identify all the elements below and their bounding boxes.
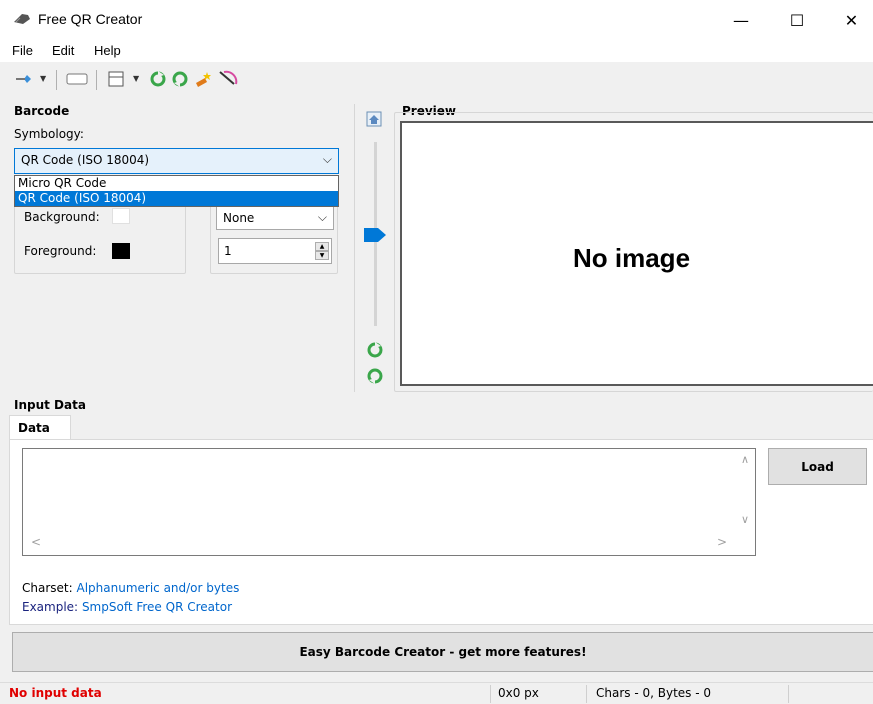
- title-bar: Free QR Creator — ☐ ✕: [0, 0, 873, 40]
- zoom-slider-handle[interactable]: [364, 228, 386, 242]
- example-label: Example:: [22, 600, 79, 614]
- toolbar-separator: [56, 70, 57, 90]
- scroll-left-icon[interactable]: <: [31, 535, 41, 549]
- barcode-group-title: Barcode: [14, 104, 70, 118]
- scroll-right-icon[interactable]: >: [717, 535, 727, 549]
- promo-button[interactable]: Easy Barcode Creator - get more features…: [12, 632, 873, 672]
- foreground-color-swatch[interactable]: [112, 243, 130, 259]
- charset-value: Alphanumeric and/or bytes: [76, 581, 240, 595]
- app-icon: [14, 14, 30, 24]
- chevron-down-icon: ⌵: [322, 152, 332, 166]
- toolbar: ▼ ▼: [0, 62, 873, 96]
- clear-icon[interactable]: [218, 70, 238, 88]
- menu-file[interactable]: File: [12, 43, 33, 58]
- maximize-icon: ☐: [789, 10, 805, 30]
- symbology-label: Symbology:: [14, 127, 84, 141]
- magic-wand-icon[interactable]: [193, 69, 215, 89]
- example-value: SmpSoft Free QR Creator: [81, 600, 232, 614]
- menu-edit[interactable]: Edit: [52, 43, 74, 58]
- home-icon[interactable]: [366, 111, 382, 127]
- background-color-swatch[interactable]: [112, 208, 130, 224]
- charset-line: Charset: Alphanumeric and/or bytes: [22, 581, 239, 595]
- tab-data-label: Data: [18, 421, 50, 435]
- label-icon[interactable]: [66, 73, 88, 85]
- status-size: 0x0 px: [498, 686, 539, 700]
- dropdown-caret-icon[interactable]: ▼: [133, 74, 139, 83]
- symbology-option-micro-qr[interactable]: Micro QR Code: [15, 176, 338, 191]
- minimize-button[interactable]: —: [718, 0, 764, 40]
- status-message: No input data: [9, 686, 102, 700]
- symbology-dropdown: Micro QR Code QR Code (ISO 18004): [14, 175, 339, 207]
- load-button-label: Load: [801, 459, 834, 474]
- status-separator: [788, 685, 789, 703]
- stepper-down-icon[interactable]: ▼: [315, 251, 329, 260]
- dropdown-caret-icon[interactable]: ▼: [40, 74, 46, 83]
- grid-icon[interactable]: [108, 71, 124, 87]
- status-separator: [490, 685, 491, 703]
- background-label: Background:: [24, 210, 100, 224]
- rotate-left-icon[interactable]: [150, 71, 166, 87]
- size-stepper-value: 1: [224, 244, 232, 258]
- chevron-down-icon: ⌵: [317, 210, 327, 224]
- menu-help[interactable]: Help: [94, 43, 121, 58]
- preview-canvas: No image: [400, 121, 873, 386]
- status-bar: No input data 0x0 px Chars - 0, Bytes - …: [0, 682, 873, 704]
- rotate-left-icon[interactable]: [367, 342, 383, 358]
- example-line: Example: SmpSoft Free QR Creator: [22, 600, 232, 614]
- promo-button-label: Easy Barcode Creator - get more features…: [299, 645, 587, 659]
- status-separator: [586, 685, 587, 703]
- input-group-title: Input Data: [14, 398, 86, 412]
- toolbar-separator: [96, 70, 97, 90]
- close-button[interactable]: ✕: [830, 0, 873, 40]
- rotate-right-icon[interactable]: [172, 71, 188, 87]
- option-select[interactable]: None ⌵: [216, 206, 334, 230]
- tab-data[interactable]: Data: [9, 415, 71, 440]
- data-input[interactable]: ∧ ∨ < >: [22, 448, 756, 556]
- minimize-icon: —: [733, 10, 749, 30]
- maximize-button[interactable]: ☐: [774, 0, 820, 40]
- load-button[interactable]: Load: [768, 448, 867, 485]
- symbology-select[interactable]: QR Code (ISO 18004) ⌵: [14, 148, 339, 174]
- panel-divider: [354, 104, 355, 392]
- stepper-up-icon[interactable]: ▲: [315, 242, 329, 251]
- close-icon: ✕: [844, 10, 859, 30]
- symbology-option-qr-code[interactable]: QR Code (ISO 18004): [15, 191, 338, 206]
- option-select-value: None: [223, 211, 255, 225]
- status-counts: Chars - 0, Bytes - 0: [596, 686, 712, 700]
- window-title: Free QR Creator: [38, 11, 143, 27]
- rotate-right-icon[interactable]: [367, 368, 383, 384]
- pin-icon[interactable]: [14, 71, 34, 87]
- symbology-select-value: QR Code (ISO 18004): [21, 153, 150, 167]
- scroll-up-icon[interactable]: ∧: [741, 453, 749, 466]
- no-image-text: No image: [573, 243, 691, 273]
- scroll-down-icon[interactable]: ∨: [741, 513, 749, 526]
- foreground-label: Foreground:: [24, 244, 97, 258]
- menu-bar: File Edit Help: [0, 40, 873, 62]
- size-stepper[interactable]: 1 ▲ ▼: [218, 238, 332, 264]
- charset-label: Charset:: [22, 581, 73, 595]
